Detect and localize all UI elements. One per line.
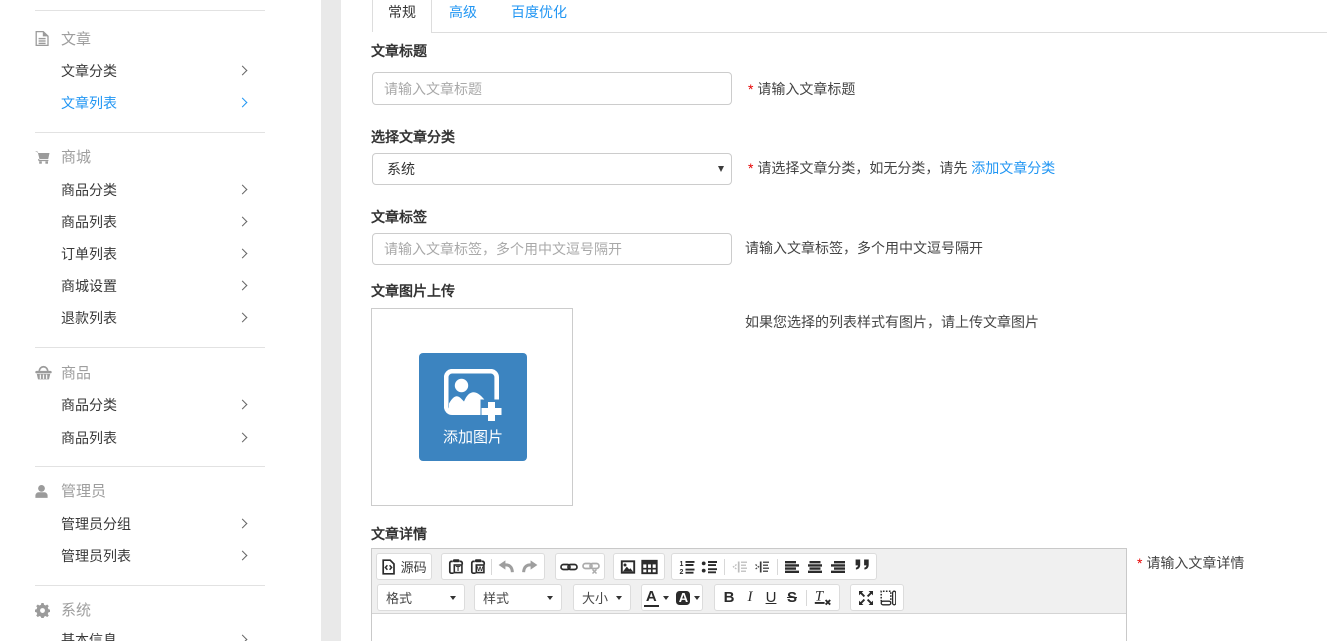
svg-text:2: 2 [679, 569, 683, 575]
svg-text:1: 1 [679, 561, 683, 568]
svg-text:W: W [477, 566, 484, 573]
svg-text:T: T [456, 564, 461, 573]
